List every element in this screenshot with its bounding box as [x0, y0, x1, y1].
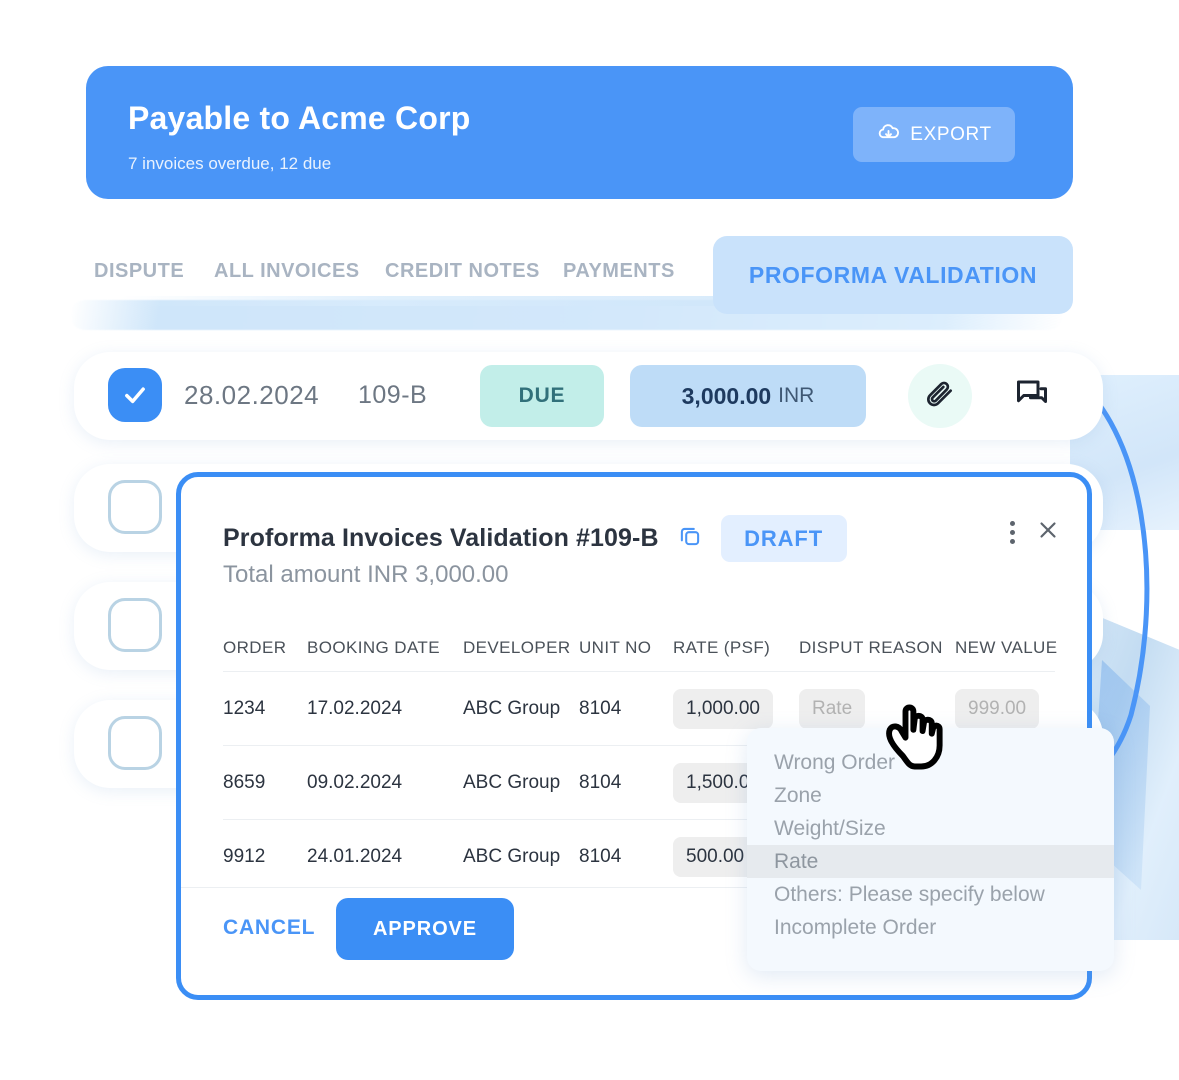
dropdown-option-weight-size[interactable]: Weight/Size [747, 812, 1114, 845]
draft-status-badge[interactable]: DRAFT [720, 515, 847, 562]
row-checkbox[interactable] [108, 716, 162, 770]
column-header-booking-date: BOOKING DATE [307, 638, 440, 657]
header-banner: Payable to Acme Corp 7 invoices overdue,… [86, 66, 1073, 199]
cell-developer: ABC Group [463, 697, 561, 719]
tab-all-invoices[interactable]: ALL INVOICES [214, 260, 360, 283]
tab-proforma-validation-label: PROFORMA VALIDATION [748, 261, 1038, 288]
cell-unit-no: 8104 [579, 697, 622, 719]
kebab-menu-icon[interactable] [1010, 521, 1015, 544]
column-header-new-value: NEW VALUE [955, 638, 1058, 657]
cell-booking-date: 17.02.2024 [307, 697, 403, 719]
approve-button-label: APPROVE [372, 917, 478, 940]
draft-status-label: DRAFT [744, 525, 824, 551]
cell-unit-no: 8104 [579, 771, 622, 793]
column-header-order: ORDER [223, 638, 287, 657]
modal-subtitle: Total amount INR 3,000.00 [223, 561, 509, 588]
close-icon[interactable] [1035, 517, 1061, 548]
export-button[interactable]: EXPORT [853, 107, 1015, 162]
page-title: Payable to Acme Corp [128, 100, 471, 136]
export-button-label: EXPORT [910, 123, 992, 145]
attachment-button[interactable] [908, 364, 972, 428]
tab-proforma-validation[interactable]: PROFORMA VALIDATION [713, 236, 1073, 314]
row-checkbox-checked[interactable] [108, 368, 162, 422]
paperclip-icon [924, 378, 956, 415]
amount-currency: INR [778, 384, 815, 407]
table-header-row: ORDER BOOKING DATE DEVELOPER UNIT NO RAT… [223, 625, 1058, 671]
invoice-row-selected[interactable]: 28.02.2024 109-B DUE 3,000.00 INR [74, 352, 1103, 440]
dropdown-option-zone[interactable]: Zone [747, 779, 1114, 812]
rate-input[interactable]: 1,000.00 [673, 688, 773, 729]
comment-button[interactable] [1006, 370, 1058, 422]
amount-value: 3,000.00 [681, 382, 772, 409]
cell-order: 1234 [223, 697, 266, 719]
copy-icon[interactable] [677, 523, 703, 554]
chat-bubbles-icon [1014, 376, 1050, 417]
column-header-dispute-reason: DISPUT REASON [799, 638, 943, 657]
invoice-date: 28.02.2024 [184, 380, 320, 410]
modal-header: Proforma Invoices Validation #109-B DRAF… [223, 515, 847, 562]
row-checkbox[interactable] [108, 480, 162, 534]
tab-payments[interactable]: PAYMENTS [563, 260, 675, 283]
cell-booking-date: 09.02.2024 [307, 771, 403, 793]
cloud-download-icon [876, 120, 901, 150]
cell-developer: ABC Group [463, 845, 561, 867]
tab-credit-notes[interactable]: CREDIT NOTES [385, 260, 540, 283]
cell-order: 8659 [223, 771, 266, 793]
new-value-input[interactable]: 999.00 [955, 688, 1040, 729]
tab-bar: DISPUTE ALL INVOICES CREDIT NOTES PAYMEN… [86, 236, 1076, 314]
cell-booking-date: 24.01.2024 [307, 845, 403, 867]
dispute-reason-select[interactable]: Rate [799, 688, 866, 729]
amount-badge[interactable]: 3,000.00 INR [630, 365, 866, 427]
dispute-reason-dropdown: Wrong Order Zone Weight/Size Rate Others… [747, 728, 1114, 971]
cancel-button[interactable]: CANCEL [223, 916, 315, 940]
column-header-developer: DEVELOPER [463, 638, 571, 657]
status-badge[interactable]: DUE [480, 365, 604, 427]
dropdown-option-others[interactable]: Others: Please specify below [747, 878, 1114, 911]
tab-dispute[interactable]: DISPUTE [94, 260, 184, 283]
cell-developer: ABC Group [463, 771, 561, 793]
row-checkbox[interactable] [108, 598, 162, 652]
cell-order: 9912 [223, 845, 266, 867]
screenshot-root: Payable to Acme Corp 7 invoices overdue,… [0, 0, 1179, 1080]
dropdown-option-rate[interactable]: Rate [747, 845, 1114, 878]
modal-title: Proforma Invoices Validation #109-B [223, 524, 659, 552]
column-header-rate: RATE (PSF) [673, 638, 771, 657]
dropdown-option-wrong-order[interactable]: Wrong Order [747, 746, 1114, 779]
invoice-summary-text: 7 invoices overdue, 12 due [128, 154, 332, 173]
cell-unit-no: 8104 [579, 845, 622, 867]
rate-input[interactable]: 500.00 [673, 836, 758, 877]
column-header-unit-no: UNIT NO [579, 638, 652, 657]
approve-button[interactable]: APPROVE [336, 898, 514, 960]
status-badge-label: DUE [518, 384, 566, 407]
invoice-number: 109-B [358, 381, 428, 409]
dropdown-option-incomplete-order[interactable]: Incomplete Order [747, 911, 1114, 944]
